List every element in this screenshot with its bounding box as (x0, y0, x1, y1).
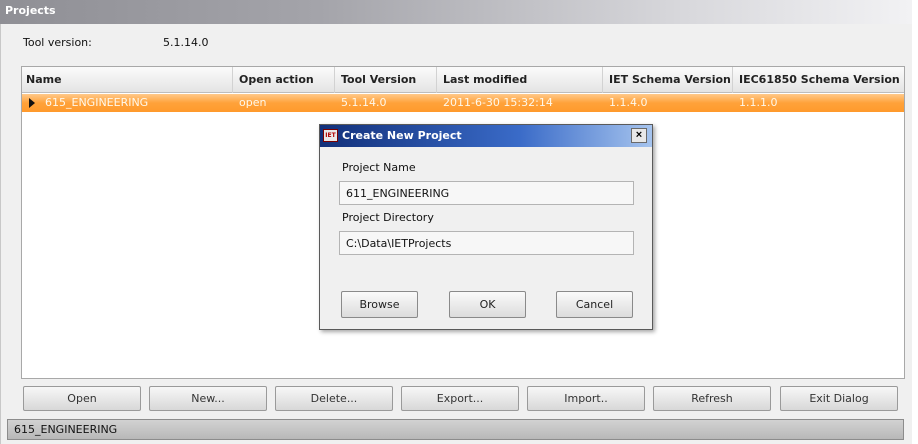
browse-button[interactable]: Browse (341, 291, 418, 318)
cell-open-action: open (239, 96, 267, 109)
column-header-iec61850-schema-version[interactable]: IEC61850 Schema Version (732, 67, 906, 93)
cell-name: 615_ENGINEERING (45, 96, 149, 109)
table-header: Name Open action Tool Version Last modif… (22, 67, 904, 93)
window-title: Projects (0, 0, 912, 24)
dialog-title[interactable]: Create New Project (320, 125, 652, 147)
project-name-input[interactable] (339, 181, 634, 205)
column-header-iet-schema-version[interactable]: IET Schema Version (602, 67, 732, 93)
ok-button[interactable]: OK (449, 291, 526, 318)
cell-iet-schema-version: 1.1.4.0 (609, 96, 648, 109)
project-directory-label: Project Directory (342, 211, 434, 224)
open-button[interactable]: Open (23, 386, 141, 411)
new-button[interactable]: New... (149, 386, 267, 411)
cell-iec61850-schema-version: 1.1.1.0 (739, 96, 778, 109)
row-selector-arrow-icon (29, 98, 35, 108)
status-bar: 615_ENGINEERING (7, 419, 904, 440)
project-directory-input[interactable] (339, 231, 634, 255)
delete-button[interactable]: Delete... (275, 386, 393, 411)
import-button[interactable]: Import.. (527, 386, 645, 411)
cell-last-modified: 2011-6-30 15:32:14 (443, 96, 553, 109)
exit-dialog-button[interactable]: Exit Dialog (780, 386, 898, 411)
cancel-button[interactable]: Cancel (556, 291, 633, 318)
tool-version-value: 5.1.14.0 (163, 36, 209, 49)
export-button[interactable]: Export... (401, 386, 519, 411)
column-header-name[interactable]: Name (22, 67, 232, 93)
tool-version-label: Tool version: (23, 36, 92, 49)
column-header-tool-version[interactable]: Tool Version (334, 67, 436, 93)
tool-version-info: Tool version: 5.1.14.0 (23, 36, 208, 49)
cell-tool-version: 5.1.14.0 (341, 96, 387, 109)
create-new-project-dialog: Create New Project IET × Project Name Pr… (319, 124, 653, 330)
column-header-last-modified[interactable]: Last modified (436, 67, 602, 93)
close-icon[interactable]: × (631, 128, 647, 143)
refresh-button[interactable]: Refresh (653, 386, 771, 411)
column-header-open-action[interactable]: Open action (232, 67, 334, 93)
iet-logo-icon: IET (323, 129, 338, 142)
table-row[interactable]: 615_ENGINEERING open 5.1.14.0 2011-6-30 … (22, 94, 904, 112)
project-name-label: Project Name (342, 161, 416, 174)
